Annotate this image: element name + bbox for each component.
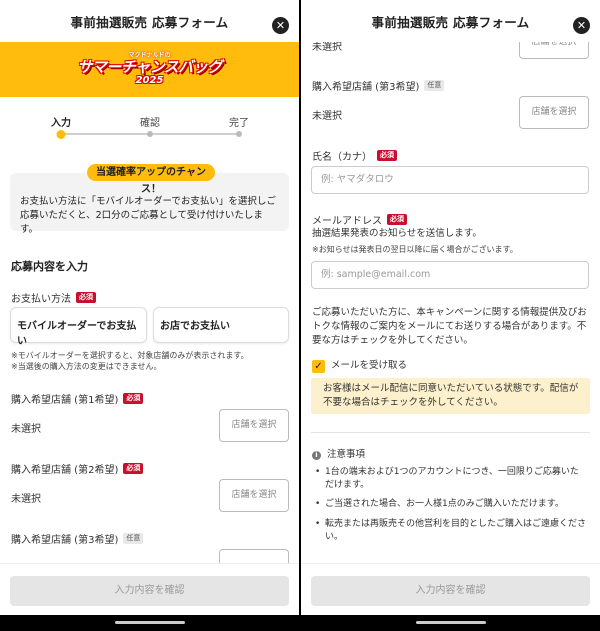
required-badge: 必須 bbox=[387, 214, 407, 225]
name-label: 氏名（カナ） 必須 bbox=[312, 148, 397, 163]
optional-badge: 任意 bbox=[123, 533, 144, 544]
newsletter-checkbox[interactable]: ✓ bbox=[312, 360, 325, 373]
section-title: 応募内容を入力 bbox=[11, 260, 88, 273]
store-1-select-button[interactable]: 店舗を選択 bbox=[219, 409, 289, 442]
close-icon[interactable]: ✕ bbox=[272, 17, 289, 34]
payment-label: お支払い方法 必須 bbox=[11, 290, 96, 305]
campaign-banner: マクドナルドの サマーチャンスバッグ 2025 bbox=[0, 42, 299, 97]
store-1-label: 購入希望店舗 (第1希望) 必須 bbox=[11, 391, 144, 406]
chance-text: お支払い方法に「モバイルオーダーでお支払い」を選択しご応募いただくと、2口分のご… bbox=[20, 196, 276, 235]
step-confirm-dot bbox=[147, 131, 153, 137]
logo-year-text: 2025 bbox=[135, 75, 164, 86]
pay-mobile-order-button[interactable]: モバイルオーダーでお支払い bbox=[10, 307, 147, 347]
close-icon[interactable]: ✕ bbox=[573, 17, 590, 34]
store-2-label-text: 購入希望店舗 (第2希望) bbox=[11, 465, 119, 476]
newsletter-text: ご応募いただいた方に、本キャンペーンに関する情報提供及びおトクな情報のご案内をメ… bbox=[312, 307, 587, 346]
store-3-label-text: 購入希望店舗 (第3希望) bbox=[312, 82, 420, 93]
home-indicator[interactable] bbox=[415, 621, 486, 624]
footer-bar: 入力内容を確認 bbox=[301, 563, 600, 615]
store-2-select-button[interactable]: 店舗を選択 bbox=[219, 479, 289, 512]
store-3-label-text: 購入希望店舗 (第3希望) bbox=[11, 535, 119, 546]
divider bbox=[311, 432, 590, 433]
payment-label-text: お支払い方法 bbox=[11, 294, 71, 305]
name-label-text: 氏名（カナ） bbox=[312, 152, 372, 163]
store-3-value: 未選択 bbox=[312, 111, 342, 122]
email-label-text: メールアドレス bbox=[312, 216, 382, 227]
page-title: 事前抽選販売 応募フォーム bbox=[371, 14, 530, 30]
logo-main-text: サマーチャンスバッグ bbox=[77, 58, 222, 76]
required-badge: 必須 bbox=[76, 292, 96, 303]
confirm-button[interactable]: 入力内容を確認 bbox=[10, 576, 289, 606]
confirm-button[interactable]: 入力内容を確認 bbox=[311, 576, 590, 606]
email-note: ※お知らせは発表日の翌日以降に届く場合がございます。 bbox=[312, 245, 518, 254]
email-desc: 抽選結果発表のお知らせを送信します。 bbox=[312, 228, 482, 239]
page-title: 事前抽選販売 応募フォーム bbox=[70, 14, 229, 30]
newsletter-warning-text: お客様はメール配信に同意いただいている状態です。配信が不要な場合はチェックを外し… bbox=[323, 383, 579, 408]
payment-note: ※モバイルオーダーを選択すると、対象店舗のみが表示されます。 ※当選後の購入方法… bbox=[11, 351, 249, 371]
pay-in-store-button[interactable]: お店でお支払い bbox=[153, 307, 289, 343]
note-item: 転売または再販売その他営利を目的としたご購入はご遠慮ください。 bbox=[315, 518, 587, 544]
notes-heading: i 注意事項 bbox=[312, 448, 365, 462]
notes-title: 注意事項 bbox=[327, 449, 366, 460]
home-indicator[interactable] bbox=[114, 621, 185, 624]
step-confirm-label: 確認 bbox=[140, 118, 160, 129]
chance-badge: 当選確率アップのチャンス！ bbox=[87, 164, 215, 195]
newsletter-warning: お客様はメール配信に同意いただいている状態です。配信が不要な場合はチェックを外し… bbox=[311, 378, 590, 414]
step-input-label: 入力 bbox=[51, 118, 71, 129]
newsletter-checkbox-label[interactable]: メールを受け取る bbox=[331, 359, 407, 373]
system-nav-bar bbox=[0, 615, 299, 631]
step-complete-label: 完了 bbox=[229, 118, 249, 129]
store-3-label: 購入希望店舗 (第3希望) 任意 bbox=[11, 531, 144, 546]
required-badge: 必須 bbox=[123, 393, 144, 404]
footer-bar: 入力内容を確認 bbox=[0, 563, 299, 615]
system-nav-bar bbox=[301, 615, 600, 631]
step-input-dot bbox=[56, 129, 66, 139]
form-screen-top: 事前抽選販売 応募フォーム ✕ マクドナルドの サマーチャンスバッグ 2025 … bbox=[0, 0, 299, 631]
header: 事前抽選販売 応募フォーム ✕ bbox=[0, 0, 299, 42]
info-icon: i bbox=[312, 450, 321, 460]
store-2-label: 購入希望店舗 (第2希望) 必須 bbox=[11, 461, 144, 476]
progress-steps: 入力 確認 完了 bbox=[0, 110, 299, 140]
step-complete-dot bbox=[236, 131, 242, 137]
campaign-logo: マクドナルドの サマーチャンスバッグ 2025 bbox=[77, 53, 222, 86]
store-3-label: 購入希望店舗 (第3希望) 任意 bbox=[312, 78, 445, 93]
form-screen-bottom: 未選択 店舗を選択 事前抽選販売 応募フォーム ✕ 購入希望店舗 (第3希望) … bbox=[301, 0, 600, 631]
store-3-select-button[interactable]: 店舗を選択 bbox=[519, 96, 589, 129]
required-badge: 必須 bbox=[123, 463, 144, 474]
email-label: メールアドレス 必須 bbox=[312, 212, 407, 227]
store-1-label-text: 購入希望店舗 (第1希望) bbox=[11, 395, 119, 406]
header: 事前抽選販売 応募フォーム ✕ bbox=[301, 0, 600, 42]
optional-badge: 任意 bbox=[424, 80, 445, 91]
note-item: 1台の端末および1つのアカウントにつき、一回限りご応募いただけます。 bbox=[315, 466, 587, 492]
store-1-value: 未選択 bbox=[11, 424, 41, 435]
store-2-value: 未選択 bbox=[11, 494, 41, 505]
email-input[interactable]: 例: sample@email.com bbox=[311, 261, 589, 289]
note-item: ご当選された場合、お一人様1点のみご購入いただけます。 bbox=[315, 498, 587, 511]
required-badge: 必須 bbox=[377, 150, 397, 161]
name-kana-input[interactable]: 例: ヤマダタロウ bbox=[311, 166, 589, 194]
